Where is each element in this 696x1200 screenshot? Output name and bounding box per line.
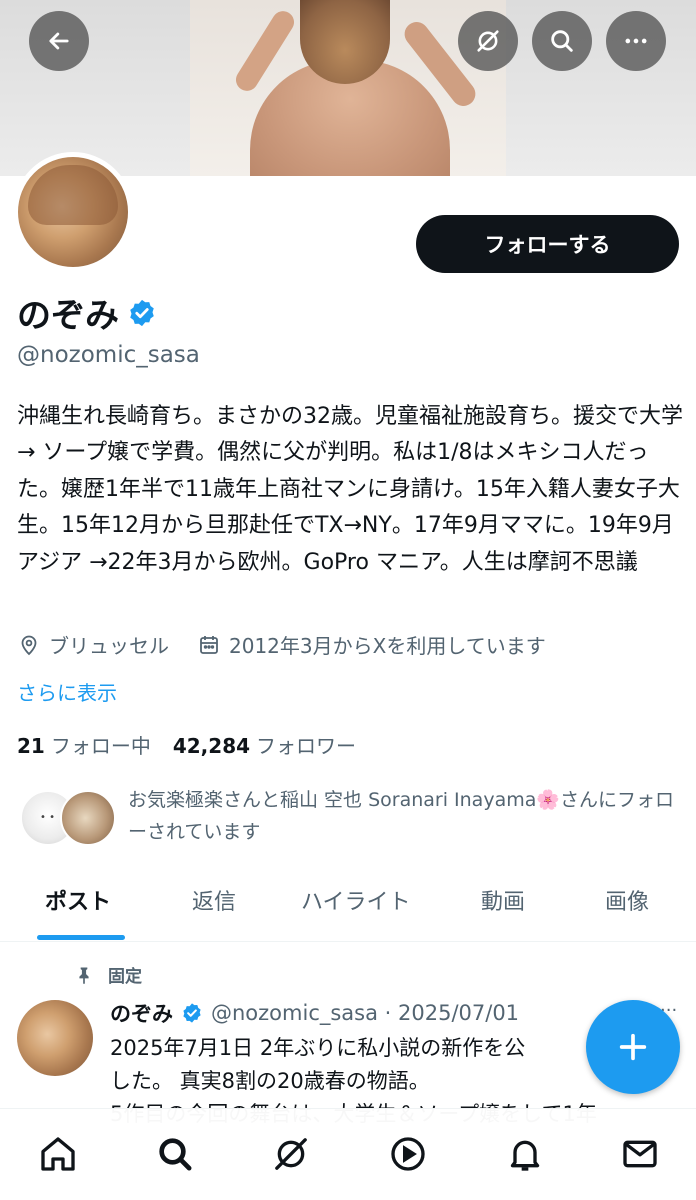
post-author-name[interactable]: のぞみ — [110, 998, 173, 1028]
location-pin-icon — [21, 635, 37, 655]
verified-badge-icon[interactable] — [127, 298, 157, 328]
joined-item: 2012年3月からXを利用しています — [197, 630, 546, 659]
profile-tabs: ポスト 返信 ハイライト 動画 画像 — [0, 870, 696, 942]
profile-banner[interactable] — [0, 0, 696, 176]
profile-avatar[interactable] — [13, 152, 133, 272]
arrow-left-icon — [49, 32, 69, 50]
followers-label: フォロワー — [256, 734, 357, 758]
home-icon — [41, 1137, 75, 1171]
pinned-label: 固定 — [108, 967, 142, 987]
followers-count: 42,284 — [172, 734, 251, 758]
tab-videos[interactable]: 動画 — [481, 884, 525, 916]
tab-images[interactable]: 画像 — [605, 884, 649, 916]
grok-icon — [275, 1138, 307, 1170]
location-item: ブリュッセル — [17, 630, 169, 659]
notifications-bell-icon — [510, 1140, 540, 1171]
plus-icon — [619, 1033, 647, 1061]
follow-stats: 21 フォロー中 42,284 フォロワー — [17, 730, 378, 759]
followed-by-text: お気楽極楽さんと稲山 空也 Soranari Inayama🌸さんにフォローされ… — [128, 789, 675, 843]
nav-messages[interactable] — [617, 1131, 663, 1177]
calendar-icon — [200, 635, 218, 654]
pin-icon — [79, 967, 89, 984]
search-icon — [159, 1138, 192, 1171]
tab-replies[interactable]: 返信 — [192, 884, 236, 916]
following-count: 21 — [17, 734, 45, 758]
messages-envelope-icon — [623, 1140, 657, 1168]
active-tab-indicator — [37, 935, 125, 940]
pinned-indicator: 固定 — [74, 962, 142, 987]
followers-stat[interactable]: 42,284 フォロワー — [173, 730, 356, 759]
grok-button[interactable] — [458, 11, 518, 71]
post-handle-date: @nozomic_sasa · 2025/07/01 — [211, 1001, 520, 1025]
display-name-row: のぞみ — [17, 288, 157, 337]
compose-post-button[interactable] — [586, 1000, 680, 1094]
video-play-icon — [391, 1137, 425, 1171]
show-more-link[interactable]: さらに表示 — [17, 677, 117, 706]
nav-grok[interactable] — [268, 1131, 314, 1177]
bottom-navigation — [0, 1108, 696, 1200]
following-label: フォロー中 — [50, 734, 151, 758]
nav-notifications[interactable] — [502, 1131, 548, 1177]
more-horizontal-icon — [625, 38, 647, 44]
followed-by-avatars: • • — [20, 790, 116, 846]
profile-bio: 沖縄生れ長崎育ち。まさかの32歳。児童福祉施設育ち。援交で大学 → ソープ嬢で学… — [17, 404, 683, 575]
following-stat[interactable]: 21 フォロー中 — [17, 730, 151, 759]
joined-text: 2012年3月からXを利用しています — [229, 634, 546, 658]
banner-photo — [190, 0, 506, 176]
follower-avatar — [60, 790, 116, 846]
nav-video[interactable] — [385, 1131, 431, 1177]
follow-button[interactable]: フォローする — [416, 215, 679, 273]
tab-posts[interactable]: ポスト — [45, 884, 111, 916]
back-button[interactable] — [29, 11, 89, 71]
post-author-avatar[interactable] — [17, 1000, 93, 1076]
search-icon — [551, 30, 573, 52]
location-text: ブリュッセル — [49, 634, 169, 658]
post-header: のぞみ @nozomic_sasa · 2025/07/01 — [110, 998, 519, 1028]
verified-badge-icon — [183, 1003, 201, 1023]
more-button[interactable] — [606, 11, 666, 71]
search-button[interactable] — [532, 11, 592, 71]
followed-by-section[interactable]: • • お気楽極楽さんと稲山 空也 Soranari Inayama🌸さんにフォ… — [20, 782, 680, 852]
profile-meta: ブリュッセル 2012年3月からXを利用しています — [17, 630, 574, 659]
nav-search[interactable] — [152, 1131, 198, 1177]
grok-icon — [477, 30, 499, 52]
tab-highlights[interactable]: ハイライト — [301, 884, 411, 916]
display-name: のぞみ — [17, 296, 119, 336]
user-handle: @nozomic_sasa — [17, 342, 200, 368]
nav-home[interactable] — [35, 1131, 81, 1177]
